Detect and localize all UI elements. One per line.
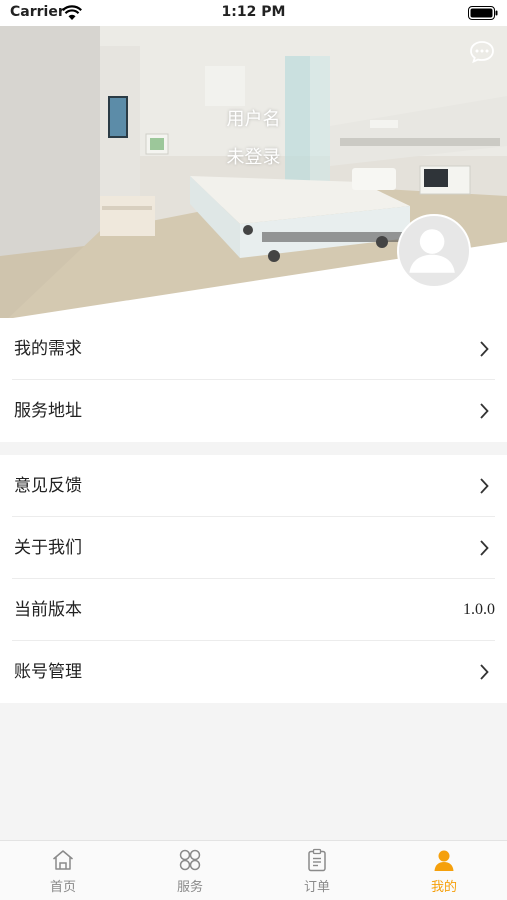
menu-item-label: 我的需求 <box>14 339 82 359</box>
tab-label: 首页 <box>49 880 76 895</box>
battery-icon <box>468 6 498 20</box>
menu-item-label: 关于我们 <box>14 538 82 558</box>
tab-mine[interactable]: 我的 <box>381 841 507 900</box>
tab-orders[interactable]: 订单 <box>254 841 380 900</box>
bottom-tab-bar: 首页 服务 订单 我的 <box>0 840 507 900</box>
version-value: 1.0.0 <box>463 601 495 618</box>
menu-item-label: 账号管理 <box>14 662 82 682</box>
menu-item-service-address[interactable]: 服务地址 <box>0 380 507 442</box>
user-avatar[interactable] <box>397 214 471 288</box>
chevron-right-icon <box>480 664 489 680</box>
menu-item-about-us[interactable]: 关于我们 <box>0 517 507 579</box>
tab-home[interactable]: 首页 <box>0 841 126 900</box>
menu-item-feedback[interactable]: 意见反馈 <box>0 455 507 517</box>
tab-service[interactable]: 服务 <box>127 841 253 900</box>
menu-item-label: 服务地址 <box>14 401 82 421</box>
menu-item-my-demands[interactable]: 我的需求 <box>0 318 507 380</box>
chat-bubble-icon[interactable] <box>469 40 495 64</box>
menu-item-label: 意见反馈 <box>14 476 82 496</box>
user-avatar-icon <box>409 229 455 273</box>
menu-item-label: 当前版本 <box>14 600 82 620</box>
tab-label: 服务 <box>176 880 203 895</box>
home-icon <box>53 850 73 870</box>
chevron-right-icon <box>480 478 489 494</box>
menu-item-current-version: 当前版本 1.0.0 <box>0 579 507 641</box>
profile-header: 用户名 未登录 <box>0 26 507 326</box>
tab-label: 订单 <box>303 880 330 895</box>
chevron-right-icon <box>480 341 489 357</box>
chevron-right-icon <box>480 540 489 556</box>
chevron-right-icon <box>480 403 489 419</box>
clipboard-icon <box>308 848 326 872</box>
login-status-link[interactable]: 未登录 <box>0 143 507 169</box>
tab-label: 我的 <box>430 880 457 895</box>
menu-group-secondary: 意见反馈 关于我们 当前版本 1.0.0 账号管理 <box>0 455 507 703</box>
grid-clover-icon <box>179 849 201 871</box>
menu-group-primary: 我的需求 服务地址 <box>0 318 507 442</box>
person-icon <box>434 850 454 871</box>
status-bar: Carrier 1:12 PM <box>0 0 507 26</box>
menu-item-account-management[interactable]: 账号管理 <box>0 641 507 703</box>
username-label: 用户名 <box>226 109 281 130</box>
clock: 1:12 PM <box>221 4 286 20</box>
